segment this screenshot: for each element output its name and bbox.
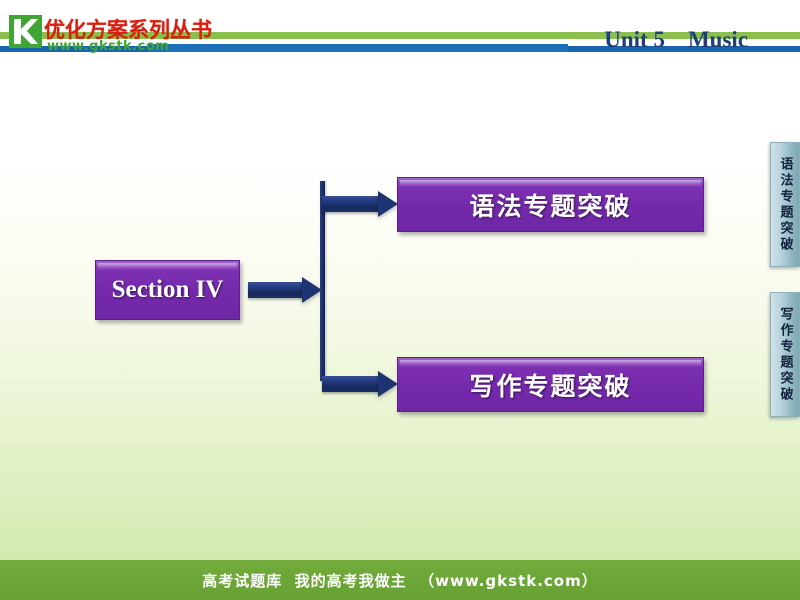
side-tab-writing[interactable]: 写作专题突破 <box>770 292 800 417</box>
arrow-shaft <box>322 376 380 392</box>
arrow-head <box>302 277 322 303</box>
side-tab-grammar[interactable]: 语法专题突破 <box>770 142 800 267</box>
footer-text: 高考试题库 我的高考我做主 （www.gkstk.com） <box>202 571 598 590</box>
arrow-right-icon-grammar <box>322 191 400 217</box>
unit-title: Unit 5 Music <box>604 27 748 52</box>
arrow-head <box>378 191 398 217</box>
slide-footer: 高考试题库 我的高考我做主 （www.gkstk.com） <box>0 560 800 600</box>
slide-header: 优化方案系列丛书 www.gkstk.com Unit 5 Music <box>0 0 800 60</box>
diagram-node-grammar-label: 语法专题突破 <box>469 191 632 221</box>
gkstk-k-logo-icon <box>9 15 42 48</box>
section-flow-diagram: Section IV 语法专题突破 写作专题突破 <box>0 60 800 560</box>
side-tab-grammar-label: 语法专题突破 <box>777 156 793 253</box>
arrow-shaft <box>322 196 380 212</box>
header-blue-accent-rule <box>148 44 568 52</box>
arrow-head <box>378 371 398 397</box>
diagram-node-writing-label: 写作专题突破 <box>469 371 632 401</box>
arrow-right-icon-main <box>248 277 323 303</box>
side-tab-writing-label: 写作专题突破 <box>777 306 793 403</box>
diagram-node-section-label: Section IV <box>111 276 224 303</box>
arrow-right-icon-writing <box>322 371 400 397</box>
arrow-shaft <box>248 282 304 298</box>
brand-url: www.gkstk.com <box>47 39 170 54</box>
diagram-node-section[interactable]: Section IV <box>95 260 240 320</box>
diagram-node-grammar[interactable]: 语法专题突破 <box>397 177 704 232</box>
diagram-node-writing[interactable]: 写作专题突破 <box>397 357 704 412</box>
slide-canvas: 优化方案系列丛书 www.gkstk.com Unit 5 Music Sect… <box>0 0 800 600</box>
